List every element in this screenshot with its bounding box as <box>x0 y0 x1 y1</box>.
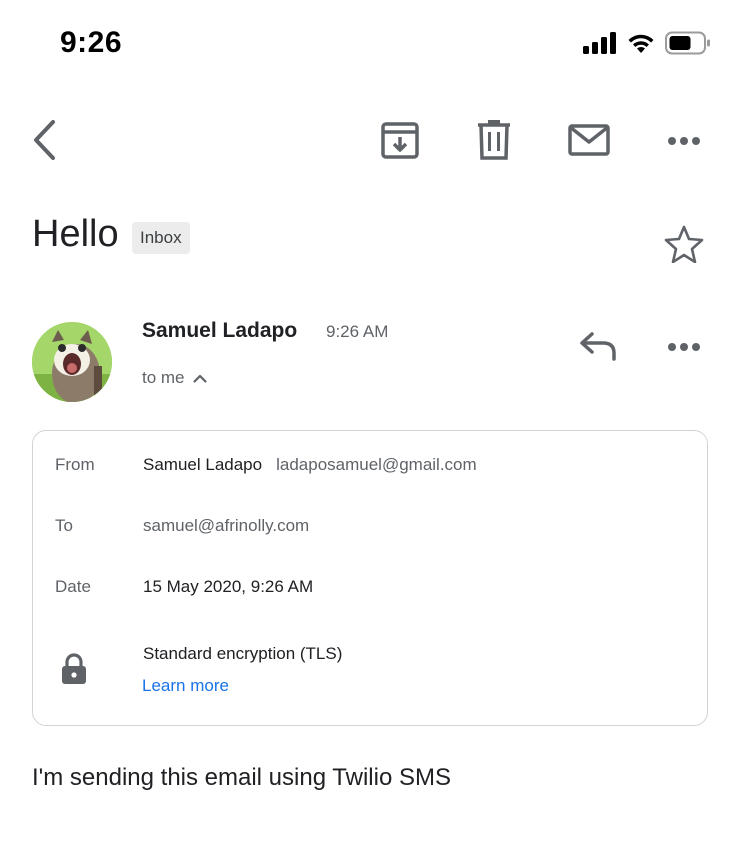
to-label: To <box>55 516 73 535</box>
chevron-up-icon <box>192 368 207 388</box>
message-time: 9:26 AM <box>326 322 389 341</box>
subject-row: Hello Inbox <box>32 210 712 270</box>
message-toolbar <box>0 112 739 172</box>
back-button[interactable] <box>16 112 72 172</box>
message-body: I'm sending this email using Twilio SMS <box>32 764 451 791</box>
delete-button[interactable] <box>466 112 522 172</box>
mark-unread-button[interactable] <box>561 112 617 172</box>
wifi-icon <box>626 32 656 59</box>
more-icon <box>667 339 701 357</box>
inbox-label-chip[interactable]: Inbox <box>132 222 190 254</box>
from-label: From <box>55 455 95 474</box>
status-bar: 9:26 <box>0 0 739 90</box>
from-value: Samuel Ladapo ladaposamuel@gmail.com <box>143 455 477 475</box>
to-email[interactable]: samuel@afrinolly.com <box>143 516 309 536</box>
reply-icon <box>579 331 617 366</box>
learn-more-link[interactable]: Learn more <box>142 676 229 696</box>
status-time: 9:26 <box>60 26 123 59</box>
from-email[interactable]: ladaposamuel@gmail.com <box>276 455 477 474</box>
reply-button[interactable] <box>572 326 624 370</box>
more-options-button[interactable] <box>656 112 712 172</box>
lock-icon <box>61 653 87 690</box>
recipient-toggle[interactable]: to me <box>142 368 207 388</box>
signal-icon <box>583 32 617 59</box>
message-details-card: From Samuel Ladapo ladaposamuel@gmail.com… <box>32 430 708 726</box>
battery-icon <box>665 31 711 60</box>
sender-name: Samuel Ladapo <box>142 319 298 342</box>
more-icon <box>667 133 701 151</box>
back-arrow-icon <box>29 118 59 167</box>
from-name: Samuel Ladapo <box>143 455 263 474</box>
archive-icon <box>381 121 419 164</box>
subject-title: Hello <box>32 213 119 255</box>
trash-icon <box>477 119 511 165</box>
encryption-status: Standard encryption (TLS) <box>143 644 343 663</box>
message-more-button[interactable] <box>658 326 710 370</box>
sender-avatar[interactable] <box>32 322 112 402</box>
recipient-summary: to me <box>142 368 185 387</box>
star-button[interactable] <box>662 224 706 268</box>
date-value: 15 May 2020, 9:26 AM <box>143 577 314 596</box>
mail-icon <box>568 123 610 161</box>
date-label: Date <box>55 577 91 596</box>
status-icons <box>583 31 711 60</box>
star-icon <box>664 225 704 268</box>
archive-button[interactable] <box>372 112 428 172</box>
